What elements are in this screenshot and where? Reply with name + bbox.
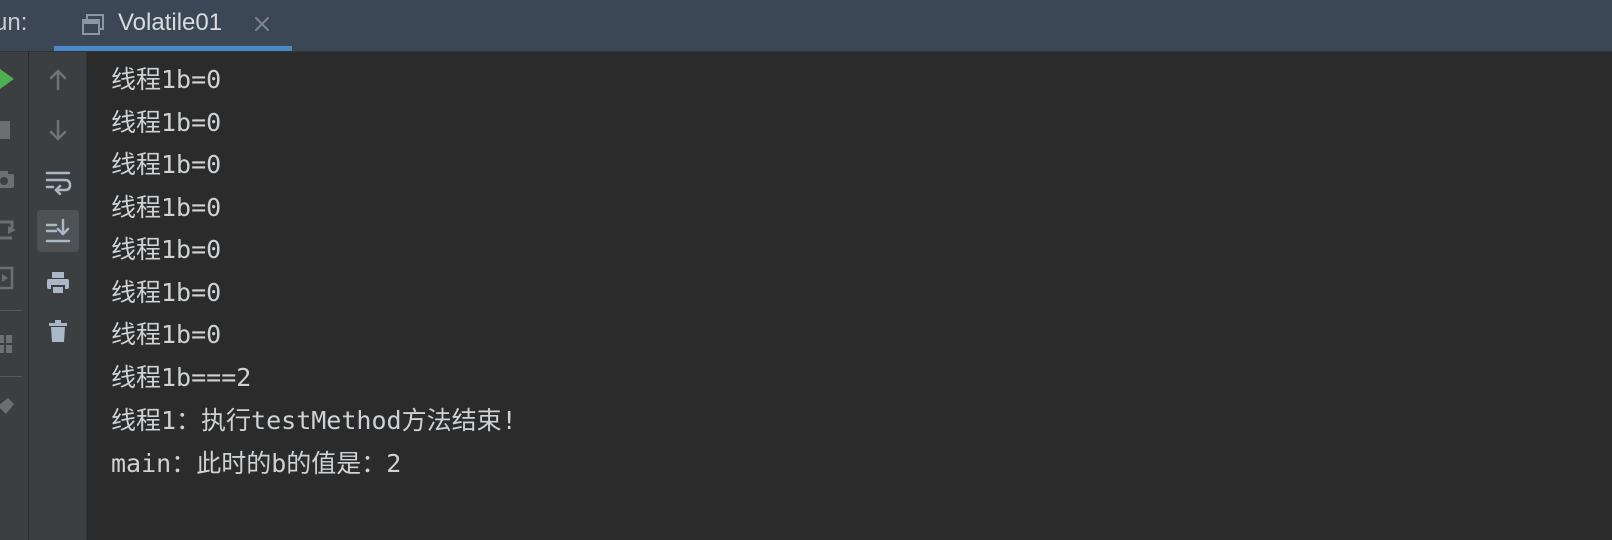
up-arrow-icon[interactable] (37, 59, 79, 101)
console-line: 线程1b=0 (111, 278, 222, 307)
active-tab-indicator (54, 46, 292, 51)
tab-title: Volatile01 (118, 9, 223, 36)
console-line: 线程1b=0 (111, 193, 222, 222)
toolbar-separator (0, 376, 22, 377)
console-line: 线程1b===2 (111, 363, 252, 392)
scroll-to-end-icon[interactable] (37, 210, 79, 252)
exit-icon[interactable] (0, 266, 20, 290)
console-line: 线程1：执行testMethod方法结束! (111, 406, 517, 435)
console-toolbar (29, 52, 87, 540)
console-window-icon (80, 12, 106, 38)
console-line: 线程1b=0 (111, 150, 222, 179)
console-line: 线程1b=0 (111, 235, 222, 264)
console-output[interactable]: 线程1b=0 线程1b=0 线程1b=0 线程1b=0 线程1b=0 线程1b=… (87, 52, 1612, 540)
console-line: 线程1b=0 (111, 65, 222, 94)
stop-icon[interactable] (0, 118, 20, 142)
run-icon[interactable] (0, 67, 20, 91)
pin-icon[interactable] (0, 394, 20, 418)
run-tool-window-header: un: Volatile01 (0, 0, 1612, 52)
console-line: 线程1b=0 (111, 108, 222, 137)
soft-wrap-icon[interactable] (37, 160, 79, 202)
down-arrow-icon[interactable] (37, 109, 79, 151)
close-icon[interactable] (250, 12, 274, 36)
console-line: main：此时的b的值是：2 (111, 449, 402, 478)
toolbar-separator (0, 310, 22, 311)
trash-icon[interactable] (37, 310, 79, 352)
print-icon[interactable] (37, 262, 79, 304)
tab-volatile01[interactable]: Volatile01 (54, 0, 292, 51)
left-action-strip (0, 52, 29, 540)
camera-icon[interactable] (0, 168, 20, 192)
restore-layout-icon[interactable] (0, 218, 20, 242)
console-line: 线程1b=0 (111, 320, 222, 349)
layout-icon[interactable] (0, 332, 20, 356)
run-label: un: (0, 9, 28, 36)
